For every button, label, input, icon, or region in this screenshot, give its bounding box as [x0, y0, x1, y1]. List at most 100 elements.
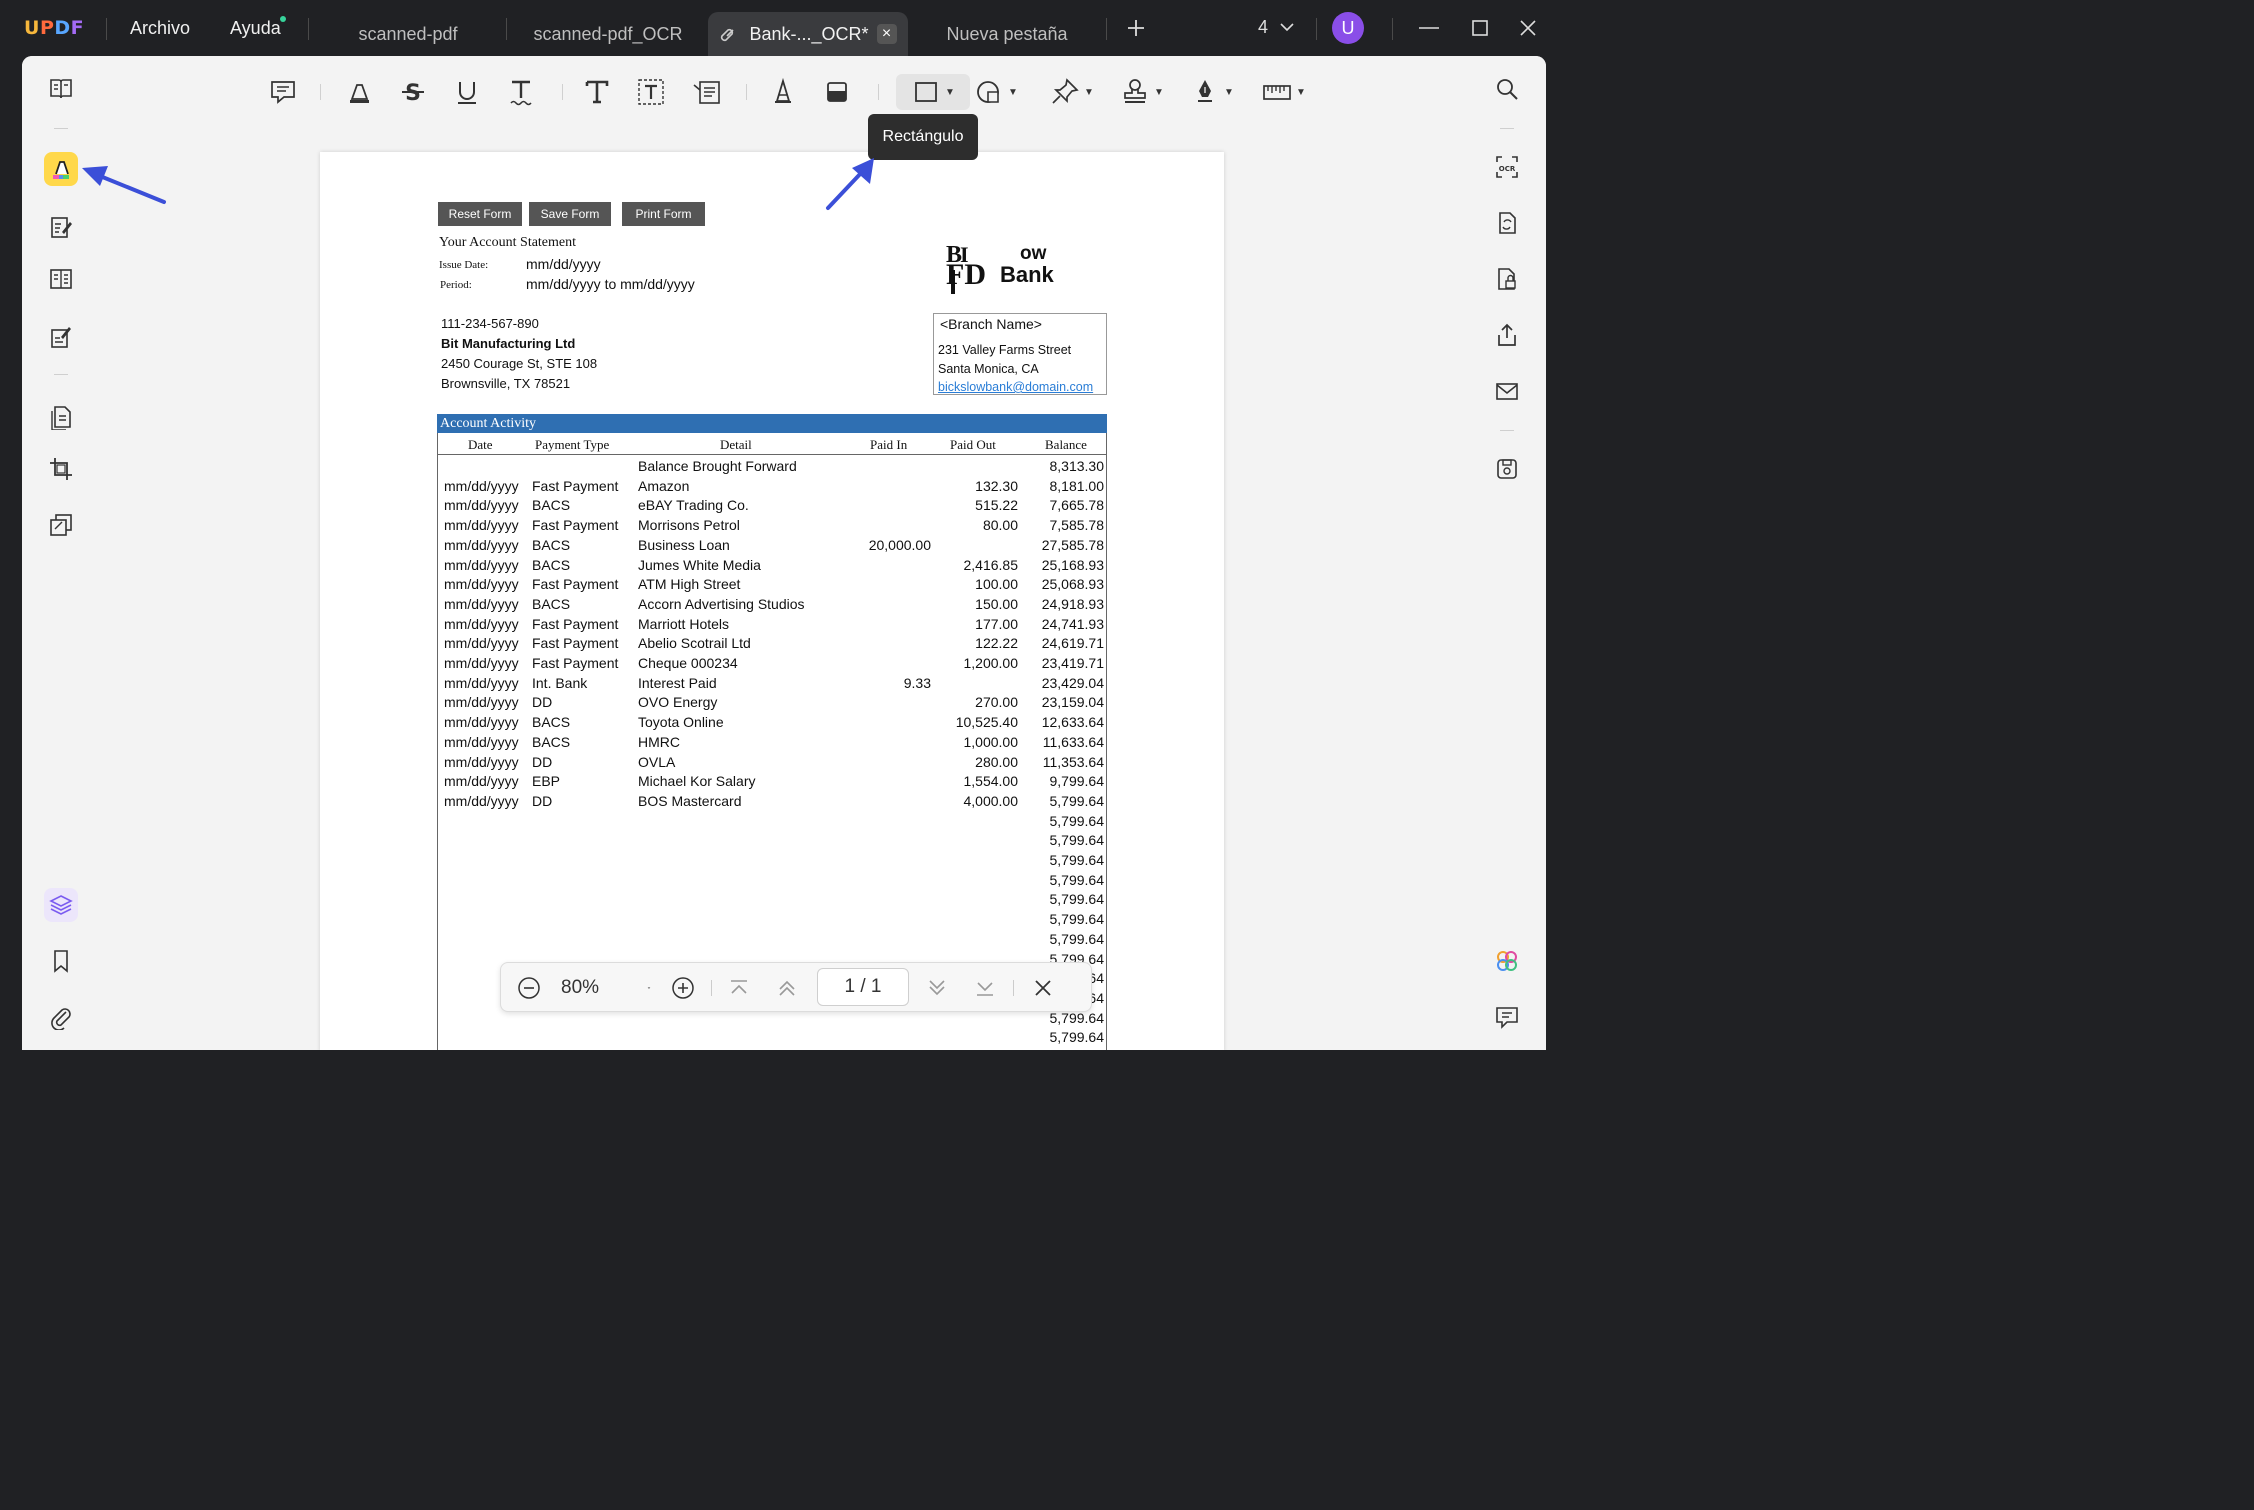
convert-icon[interactable]: [1490, 206, 1524, 240]
share-icon[interactable]: [1490, 318, 1524, 352]
edit-pdf-icon[interactable]: [44, 210, 78, 244]
cell-balance: 24,918.93: [1041, 595, 1104, 612]
crop-icon[interactable]: [44, 452, 78, 486]
cell-detail: Amazon: [638, 477, 690, 494]
stamp-tool[interactable]: ▼: [1114, 74, 1170, 110]
ocr-icon[interactable]: OCR: [1490, 150, 1524, 184]
squiggly-icon[interactable]: [504, 74, 538, 110]
cell-detail: Toyota Online: [638, 714, 724, 731]
save-form-button[interactable]: Save Form: [529, 202, 611, 226]
table-row: mm/dd/yyyy BACS eBAY Trading Co. 515.22 7,66…: [320, 497, 1224, 517]
compare-icon[interactable]: [44, 508, 78, 542]
last-page-icon[interactable]: [969, 972, 1001, 1004]
cell-type: Fast Payment: [532, 655, 619, 671]
print-form-button[interactable]: Print Form: [622, 202, 705, 226]
table-row: mm/dd/yyyy Fast Payment Cheque 000234 1,200…: [320, 655, 1224, 675]
previous-page-icon[interactable]: [771, 972, 803, 1004]
cell-balance: 5,799.64: [1049, 832, 1105, 849]
cell-detail: Michael Kor Salary: [638, 773, 756, 790]
fill-sign-icon[interactable]: [44, 320, 78, 354]
search-icon[interactable]: [1490, 72, 1524, 106]
tab-bank-ocr[interactable]: Bank-..._OCR* ×: [708, 12, 908, 56]
organize-pages-icon[interactable]: [44, 262, 78, 296]
page-count-dropdown[interactable]: 4: [1258, 17, 1295, 38]
reset-form-button[interactable]: Reset Form: [438, 202, 522, 226]
cell-balance: 27,585.78: [1041, 536, 1104, 553]
measure-tool[interactable]: ▼: [1254, 74, 1314, 110]
close-window-icon[interactable]: [1518, 18, 1538, 44]
close-tab-icon[interactable]: ×: [876, 24, 897, 44]
cell-detail: BOS Mastercard: [638, 792, 742, 809]
ai-assistant-icon[interactable]: [1490, 944, 1524, 978]
column-balance: Balance: [1045, 437, 1087, 452]
sticky-note-icon[interactable]: [266, 74, 300, 110]
cell-detail: Balance Brought Forward: [638, 458, 797, 474]
arrow-pointer-icon: [826, 158, 874, 210]
text-comment-icon[interactable]: [580, 74, 614, 110]
cell-type: EBP: [532, 773, 561, 790]
cell-date: mm/dd/yyyy: [444, 517, 519, 534]
add-tab-icon[interactable]: [1126, 18, 1146, 44]
maximize-icon[interactable]: [1470, 18, 1490, 44]
first-page-icon[interactable]: [723, 972, 755, 1004]
pin-tool[interactable]: ▼: [1044, 74, 1100, 110]
chevron-down-icon: [1280, 23, 1294, 32]
reader-icon[interactable]: [44, 72, 78, 106]
minimize-icon[interactable]: [1418, 18, 1440, 44]
attachment-icon[interactable]: [44, 1000, 78, 1034]
company-address2: Brownsville, TX 78521: [441, 376, 571, 391]
strikethrough-icon[interactable]: S: [396, 74, 430, 110]
underline-icon[interactable]: [450, 74, 484, 110]
pin-icon: [1052, 78, 1079, 104]
save-icon[interactable]: [1490, 452, 1524, 486]
zoom-out-icon[interactable]: [513, 972, 545, 1004]
highlight-icon[interactable]: [342, 74, 376, 110]
column-date: Date: [468, 437, 493, 452]
divider: [320, 84, 321, 100]
eraser-icon[interactable]: [820, 74, 854, 110]
comment-highlight-icon[interactable]: [44, 152, 78, 186]
stamp-icon: [1124, 79, 1146, 103]
tab-scanned-pdf[interactable]: scanned-pdf: [316, 12, 500, 56]
cell-date: mm/dd/yyyy: [444, 615, 519, 632]
menu-help[interactable]: Ayuda: [230, 18, 281, 39]
avatar[interactable]: U: [1332, 12, 1364, 44]
cell-paid-out: 132.30: [975, 477, 1018, 494]
comments-panel-icon[interactable]: [1490, 1000, 1524, 1034]
divider: [106, 18, 107, 40]
zoom-toolbar: 80% 1 / 1: [500, 962, 1092, 1012]
cell-date: mm/dd/yyyy: [444, 733, 519, 750]
cell-paid-out: 80.00: [982, 517, 1018, 534]
text-callout-icon[interactable]: [690, 74, 724, 110]
table-row: 5,799.64: [320, 931, 1224, 951]
pencil-icon[interactable]: [766, 74, 800, 110]
text-box-icon[interactable]: [634, 74, 668, 110]
layers-icon[interactable]: [44, 888, 78, 922]
unsaved-link-icon: [721, 28, 735, 42]
cell-paid-out: 270.00: [975, 694, 1018, 711]
next-page-icon[interactable]: [921, 972, 953, 1004]
cell-detail: Jumes White Media: [638, 556, 761, 573]
zoom-in-icon[interactable]: [667, 972, 699, 1004]
tab-scanned-pdf-ocr[interactable]: scanned-pdf_OCR: [512, 12, 704, 56]
protect-icon[interactable]: [1490, 262, 1524, 296]
close-zoombar-icon[interactable]: [1027, 972, 1059, 1004]
email-icon[interactable]: [1490, 374, 1524, 408]
signature-tool[interactable]: ▼: [1184, 74, 1240, 110]
page-tools-icon[interactable]: [44, 400, 78, 434]
menu-file[interactable]: Archivo: [130, 18, 190, 39]
tab-new[interactable]: Nueva pestaña: [912, 12, 1102, 56]
branch-email-link[interactable]: bickslowbank@domain.com: [938, 380, 1093, 394]
cell-type: DD: [532, 694, 553, 711]
divider: [308, 18, 309, 40]
rectangle-tool[interactable]: ▼: [896, 74, 970, 110]
cell-balance: 5,799.64: [1049, 930, 1105, 947]
cell-paid-out: 122.22: [975, 635, 1018, 652]
caret-down-icon: ▼: [1084, 86, 1094, 98]
zoom-level-dropdown[interactable]: 80%: [561, 972, 651, 1004]
bookmark-icon[interactable]: [44, 944, 78, 978]
divider: [506, 18, 507, 40]
shapes-tool[interactable]: ▼: [968, 74, 1024, 110]
page-number-input[interactable]: 1 / 1: [817, 968, 909, 1006]
table-row: mm/dd/yyyy Int. Bank Interest Paid 9.33 23,4…: [320, 675, 1224, 695]
